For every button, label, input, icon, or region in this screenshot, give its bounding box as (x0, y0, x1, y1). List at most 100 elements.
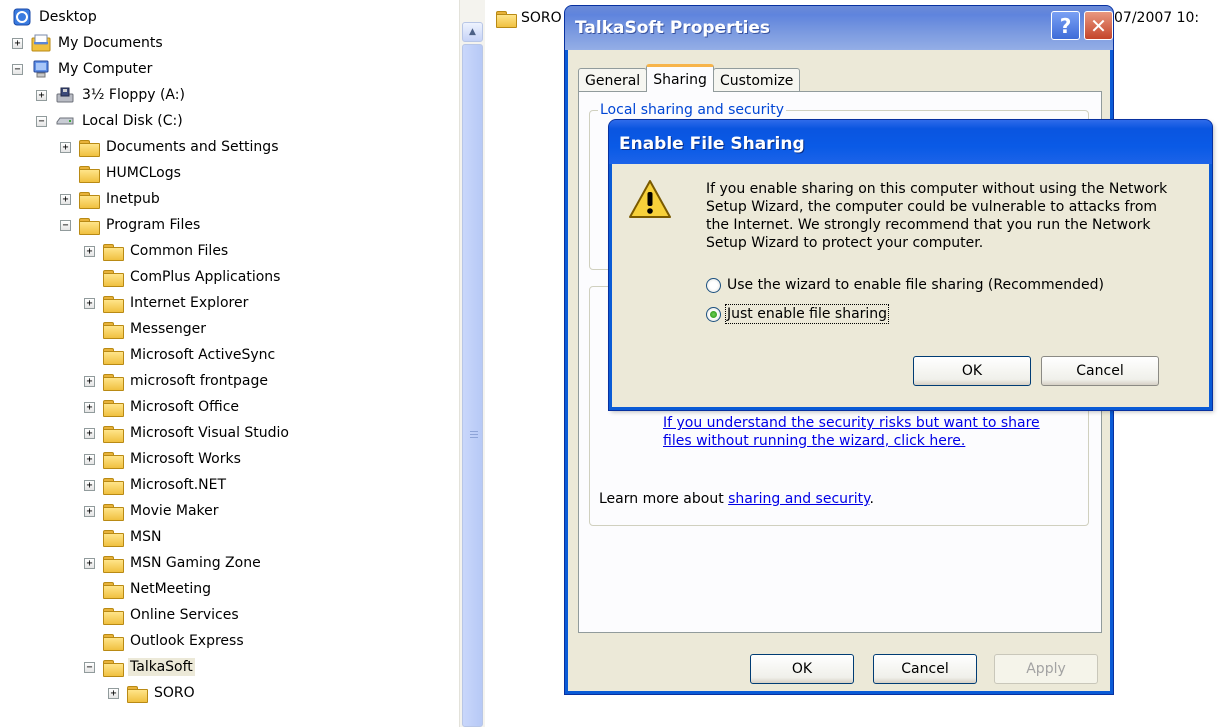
floppy-drive-icon (55, 86, 75, 104)
tree-item[interactable]: +3½ Floppy (A:) (36, 83, 187, 107)
collapse-icon[interactable]: − (84, 661, 95, 673)
expand-icon[interactable]: + (84, 479, 95, 491)
folder-icon (103, 529, 124, 547)
expand-icon[interactable]: + (84, 453, 95, 465)
just-enable-radio[interactable] (706, 306, 721, 322)
share-link-line2[interactable]: files without running the wizard, click … (663, 433, 965, 449)
folder-icon (79, 165, 100, 183)
tab-customize[interactable]: Customize (712, 68, 801, 92)
folder-icon (103, 555, 124, 573)
option-just-enable[interactable]: Just enable file sharing (706, 304, 890, 324)
collapse-icon[interactable]: − (12, 63, 23, 75)
share-titlebar[interactable]: Enable File Sharing (609, 120, 1212, 164)
tree-item[interactable]: Messenger (84, 317, 208, 341)
tree-item[interactable]: + Microsoft Works (84, 447, 243, 471)
tree-item[interactable]: + Documents and Settings (60, 135, 280, 159)
expand-icon[interactable]: + (84, 297, 95, 309)
tree-item[interactable]: + microsoft frontpage (84, 369, 270, 393)
my-computer-icon (31, 60, 51, 78)
tree-item[interactable]: Microsoft ActiveSync (84, 343, 277, 367)
tree-item[interactable]: Online Services (84, 603, 241, 627)
collapse-icon[interactable]: − (36, 115, 47, 127)
tree-item-label: Microsoft Works (130, 451, 241, 467)
tree-item-label: Documents and Settings (106, 139, 279, 155)
tree-scrollbar[interactable]: ▲ (459, 0, 485, 727)
collapse-icon[interactable]: − (60, 219, 71, 231)
option-use-wizard[interactable]: Use the wizard to enable file sharing (R… (706, 277, 1104, 293)
folder-icon (103, 269, 124, 287)
enable-file-sharing-dialog: Enable File Sharing If you enable sharin… (609, 120, 1212, 410)
message-line: Setup Wizard, the computer could be vuln… (706, 199, 1158, 215)
tab-general[interactable]: General (578, 68, 648, 92)
tree-item[interactable]: NetMeeting (84, 577, 213, 601)
tree-item[interactable]: + Inetpub (60, 187, 162, 211)
folder-icon (103, 659, 124, 677)
folder-icon (103, 503, 124, 521)
expand-icon[interactable]: + (84, 505, 95, 517)
expand-icon[interactable]: + (36, 89, 47, 101)
tree-item-label: Microsoft Office (130, 399, 240, 415)
expand-icon[interactable]: + (84, 245, 95, 257)
folder-icon (103, 633, 124, 651)
folder-icon (103, 425, 124, 443)
expand-icon[interactable]: + (60, 141, 71, 153)
expand-icon[interactable]: + (108, 687, 119, 699)
expand-icon[interactable]: + (84, 427, 95, 439)
properties-titlebar[interactable]: TalkaSoft Properties ? ✕ (565, 6, 1113, 50)
properties-ok-button[interactable]: OK (750, 654, 854, 684)
tree-item[interactable]: HUMCLogs (60, 161, 183, 185)
tree-item-label: Movie Maker (130, 503, 219, 519)
share-dialog-title: Enable File Sharing (619, 134, 805, 154)
expand-icon[interactable]: + (84, 401, 95, 413)
share-without-wizard-link[interactable]: If you understand the security risks but… (663, 414, 1040, 450)
tree-item-label: ComPlus Applications (130, 269, 281, 285)
tree-item[interactable]: + SORO (108, 681, 197, 705)
folder-tree: Desktop + My Documents − My Computer +3½ Flop… (0, 0, 460, 727)
folder-icon (103, 373, 124, 391)
tree-item[interactable]: − Local Disk (C:) (36, 109, 185, 133)
tree-item[interactable]: Outlook Express (84, 629, 246, 653)
learn-more-text: Learn more about sharing and security. (599, 490, 874, 508)
tree-item[interactable]: + Microsoft Visual Studio (84, 421, 291, 445)
expand-icon[interactable]: + (60, 193, 71, 205)
tab-sharing[interactable]: Sharing (646, 64, 714, 92)
tree-item[interactable]: + Common Files (84, 239, 230, 263)
list-item[interactable]: SORO (496, 10, 562, 28)
tree-item[interactable]: − Program Files (60, 213, 202, 237)
properties-cancel-button[interactable]: Cancel (873, 654, 977, 684)
tree-item[interactable]: + MSN Gaming Zone (84, 551, 263, 575)
help-button[interactable]: ? (1051, 11, 1080, 40)
tree-item[interactable]: − My Computer (12, 57, 154, 81)
scroll-thumb[interactable] (462, 44, 483, 727)
desktop-icon (12, 8, 32, 26)
tree-item[interactable]: + Microsoft.NET (84, 473, 228, 497)
expand-icon[interactable]: + (84, 557, 95, 569)
scroll-up-button[interactable]: ▲ (462, 22, 483, 42)
folder-icon (103, 347, 124, 365)
tree-item[interactable]: + Internet Explorer (84, 291, 250, 315)
properties-apply-button[interactable]: Apply (994, 654, 1098, 684)
tree-item-label: Microsoft Visual Studio (130, 425, 289, 441)
close-button[interactable]: ✕ (1084, 11, 1113, 40)
tree-item[interactable]: + My Documents (12, 31, 165, 55)
expand-icon[interactable]: + (12, 37, 23, 49)
tree-item[interactable]: Desktop (12, 5, 99, 29)
tree-item[interactable]: − TalkaSoft (84, 655, 195, 679)
tree-item[interactable]: MSN (84, 525, 163, 549)
folder-icon (127, 685, 148, 703)
use-wizard-radio[interactable] (706, 277, 721, 293)
tree-item[interactable]: + Microsoft Office (84, 395, 241, 419)
tree-item-label: Microsoft.NET (130, 477, 227, 493)
just-enable-label[interactable]: Just enable file sharing (724, 304, 890, 324)
tree-item[interactable]: ComPlus Applications (84, 265, 282, 289)
share-link-line1[interactable]: If you understand the security risks but… (663, 415, 1040, 431)
tree-item-label: HUMCLogs (106, 165, 181, 181)
tree-item[interactable]: + Movie Maker (84, 499, 221, 523)
share-ok-button[interactable]: OK (913, 356, 1031, 386)
sharing-security-link[interactable]: sharing and security (728, 491, 869, 507)
share-cancel-button[interactable]: Cancel (1041, 356, 1159, 386)
use-wizard-label[interactable]: Use the wizard to enable file sharing (R… (727, 277, 1104, 293)
expand-icon[interactable]: + (84, 375, 95, 387)
folder-icon (103, 581, 124, 599)
learn-more-prefix: Learn more about (599, 491, 729, 507)
